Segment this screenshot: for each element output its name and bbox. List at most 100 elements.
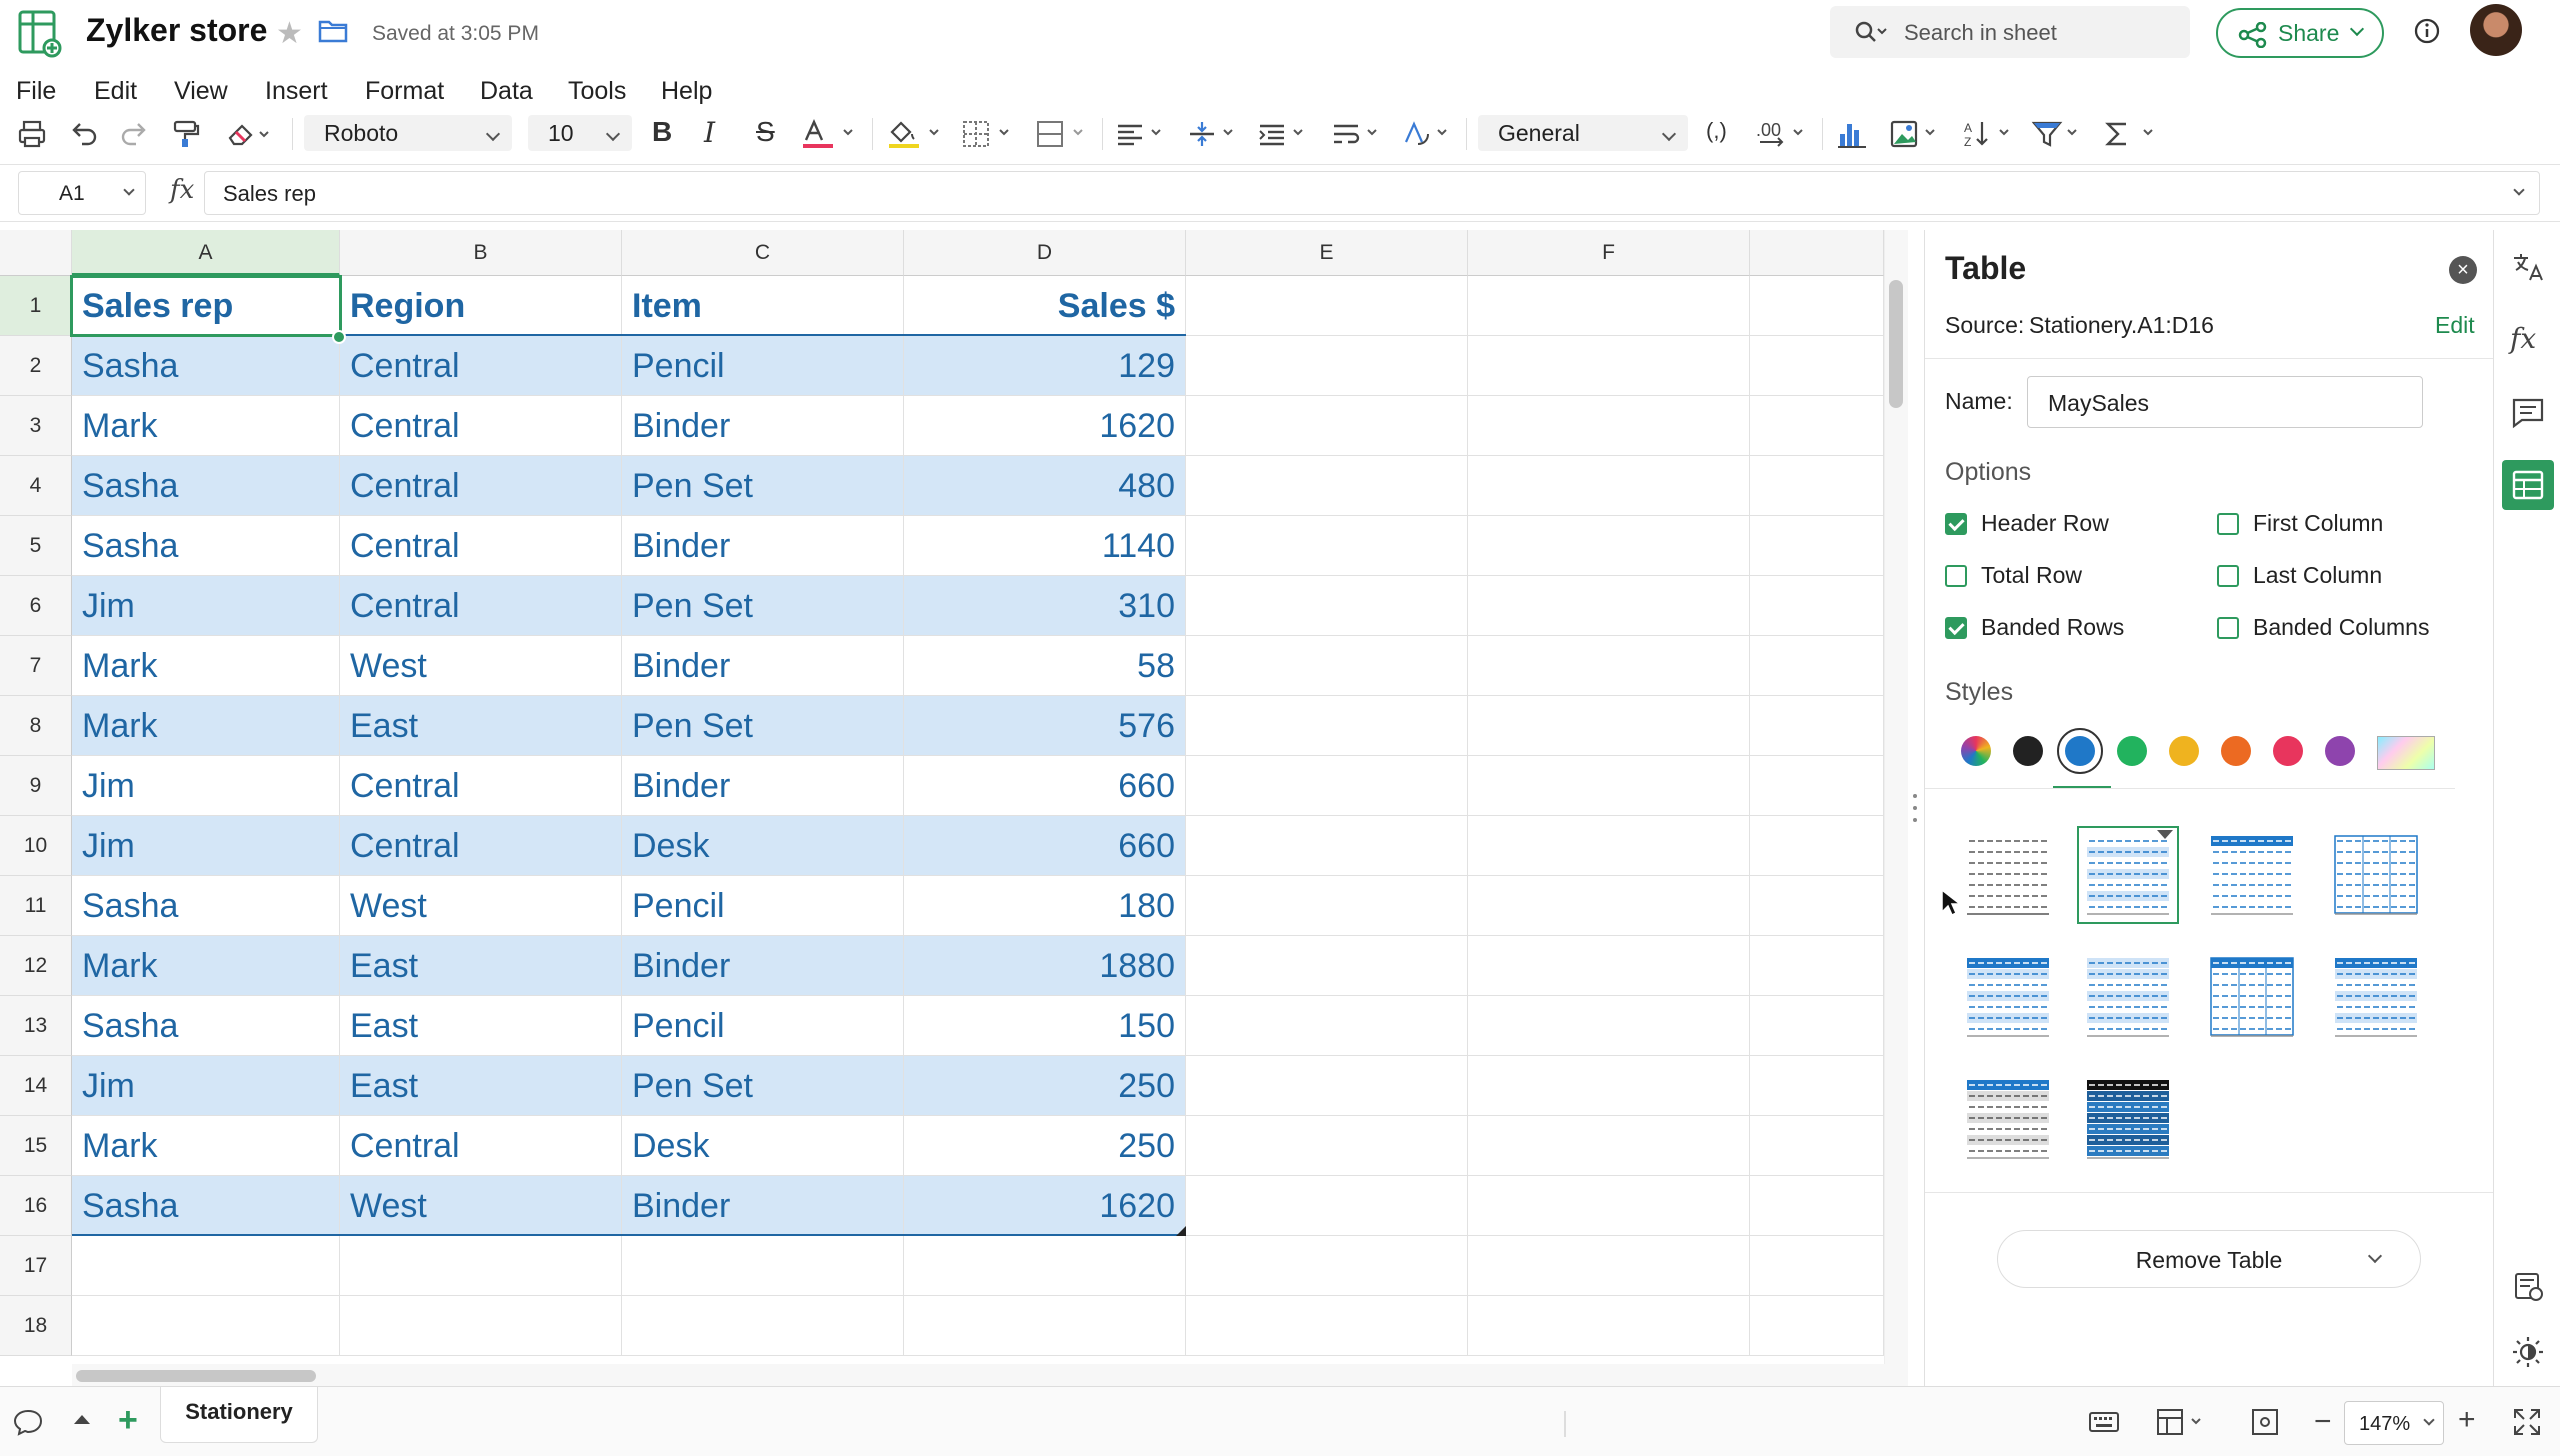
column-header[interactable]: F bbox=[1468, 230, 1750, 276]
currency-format-icon[interactable]: (,) bbox=[1706, 118, 1727, 144]
column-header[interactable]: C bbox=[622, 230, 904, 276]
option-checkbox[interactable] bbox=[1945, 565, 1967, 587]
table-style-thumbnail[interactable] bbox=[2333, 832, 2419, 918]
row-header[interactable]: 10 bbox=[0, 816, 72, 876]
table-cell[interactable]: Central bbox=[340, 816, 622, 876]
font-size-select[interactable]: 10 bbox=[528, 115, 632, 151]
table-style-thumbnail[interactable] bbox=[2209, 832, 2295, 918]
table-cell[interactable]: 1620 bbox=[904, 1176, 1186, 1236]
table-cell[interactable]: 1620 bbox=[904, 396, 1186, 456]
remove-table-button[interactable]: Remove Table bbox=[1997, 1230, 2421, 1288]
table-cell[interactable] bbox=[1186, 1176, 1468, 1236]
sum-icon[interactable] bbox=[2102, 118, 2158, 150]
option-checkbox[interactable] bbox=[1945, 617, 1967, 639]
table-cell[interactable]: 576 bbox=[904, 696, 1186, 756]
table-cell[interactable]: 250 bbox=[904, 1056, 1186, 1116]
redo-icon[interactable] bbox=[118, 118, 150, 150]
strikethrough-icon[interactable]: S bbox=[756, 116, 775, 148]
table-cell[interactable]: East bbox=[340, 996, 622, 1056]
zoom-in-icon[interactable]: + bbox=[2458, 1403, 2476, 1437]
panel-resize-handle[interactable] bbox=[1912, 790, 1918, 826]
table-cell[interactable] bbox=[72, 1296, 340, 1356]
font-family-select[interactable]: Roboto bbox=[304, 115, 512, 151]
table-style-thumbnail[interactable] bbox=[2333, 954, 2419, 1040]
table-cell[interactable] bbox=[1186, 1116, 1468, 1176]
table-cell[interactable] bbox=[1750, 1296, 1884, 1356]
horizontal-align-icon[interactable] bbox=[1114, 118, 1170, 150]
table-cell[interactable] bbox=[1750, 516, 1884, 576]
table-cell[interactable]: Sasha bbox=[72, 876, 340, 936]
row-header[interactable]: 13 bbox=[0, 996, 72, 1056]
table-cell[interactable] bbox=[340, 1236, 622, 1296]
sheet-tab-stationery[interactable]: Stationery bbox=[160, 1387, 318, 1443]
column-header[interactable]: E bbox=[1186, 230, 1468, 276]
table-cell[interactable] bbox=[1468, 816, 1750, 876]
fullscreen-icon[interactable] bbox=[2512, 1407, 2542, 1437]
table-cell[interactable] bbox=[1186, 516, 1468, 576]
table-style-thumbnail[interactable] bbox=[1965, 1076, 2051, 1162]
table-cell[interactable] bbox=[1468, 1116, 1750, 1176]
table-cell[interactable] bbox=[1468, 456, 1750, 516]
table-cell[interactable] bbox=[1750, 876, 1884, 936]
table-cell[interactable] bbox=[1186, 636, 1468, 696]
table-cell[interactable] bbox=[1750, 756, 1884, 816]
table-cell[interactable]: Binder bbox=[622, 396, 904, 456]
table-cell[interactable]: Mark bbox=[72, 636, 340, 696]
option-label[interactable]: Total Row bbox=[1981, 562, 2082, 589]
table-cell[interactable] bbox=[1750, 1056, 1884, 1116]
data-validation-icon[interactable] bbox=[2510, 1268, 2546, 1304]
table-cell[interactable]: Central bbox=[340, 456, 622, 516]
table-cell[interactable] bbox=[1750, 1176, 1884, 1236]
table-cell[interactable]: Central bbox=[340, 1116, 622, 1176]
table-cell[interactable]: Desk bbox=[622, 816, 904, 876]
option-checkbox[interactable] bbox=[2217, 565, 2239, 587]
style-color-swatch[interactable] bbox=[2065, 736, 2095, 766]
table-cell[interactable] bbox=[1750, 456, 1884, 516]
table-resize-handle[interactable] bbox=[1176, 1226, 1186, 1236]
table-cell[interactable]: Sasha bbox=[72, 996, 340, 1056]
table-cell[interactable]: Mark bbox=[72, 1116, 340, 1176]
merge-cells-icon[interactable] bbox=[1034, 118, 1090, 150]
table-cell[interactable]: Pen Set bbox=[622, 456, 904, 516]
table-style-thumbnail[interactable] bbox=[2085, 832, 2171, 918]
table-cell[interactable] bbox=[1468, 576, 1750, 636]
function-icon[interactable]: fx bbox=[170, 175, 194, 205]
row-header[interactable]: 16 bbox=[0, 1176, 72, 1236]
table-header-cell[interactable]: Sales $ bbox=[904, 276, 1186, 336]
row-header[interactable]: 17 bbox=[0, 1236, 72, 1296]
multicolor-swatch[interactable] bbox=[1961, 736, 1991, 766]
table-cell[interactable] bbox=[72, 1236, 340, 1296]
edit-source-link[interactable]: Edit bbox=[2435, 312, 2475, 339]
fill-color-icon[interactable] bbox=[886, 118, 946, 150]
share-button[interactable]: Share bbox=[2216, 8, 2384, 58]
table-cell[interactable] bbox=[1468, 1296, 1750, 1356]
zoom-out-icon[interactable]: − bbox=[2314, 1405, 2332, 1439]
sheet-logo-icon[interactable] bbox=[16, 8, 62, 58]
table-cell[interactable]: 250 bbox=[904, 1116, 1186, 1176]
option-checkbox[interactable] bbox=[2217, 617, 2239, 639]
table-style-thumbnail[interactable] bbox=[1965, 954, 2051, 1040]
table-cell[interactable] bbox=[1468, 696, 1750, 756]
table-cell[interactable] bbox=[622, 1236, 904, 1296]
folder-icon[interactable] bbox=[318, 18, 348, 44]
style-color-swatch[interactable] bbox=[2013, 736, 2043, 766]
table-cell[interactable] bbox=[1468, 996, 1750, 1056]
close-icon[interactable]: × bbox=[2449, 256, 2477, 284]
table-cell[interactable] bbox=[1468, 1056, 1750, 1116]
table-cell[interactable] bbox=[1186, 396, 1468, 456]
table-cell[interactable] bbox=[1186, 816, 1468, 876]
table-cell[interactable]: Binder bbox=[622, 636, 904, 696]
view-layout-icon[interactable] bbox=[2156, 1407, 2212, 1437]
user-avatar[interactable] bbox=[2470, 4, 2522, 56]
chart-icon[interactable] bbox=[1836, 118, 1868, 150]
italic-icon[interactable]: I bbox=[704, 116, 715, 149]
option-label[interactable]: Banded Rows bbox=[1981, 614, 2124, 641]
table-cell[interactable] bbox=[1468, 936, 1750, 996]
table-cell[interactable]: East bbox=[340, 1056, 622, 1116]
row-header[interactable]: 3 bbox=[0, 396, 72, 456]
chat-icon[interactable] bbox=[12, 1407, 44, 1437]
table-cell[interactable]: Jim bbox=[72, 576, 340, 636]
table-cell[interactable] bbox=[1468, 516, 1750, 576]
vertical-scrollbar[interactable] bbox=[1884, 230, 1908, 1364]
row-header[interactable]: 4 bbox=[0, 456, 72, 516]
